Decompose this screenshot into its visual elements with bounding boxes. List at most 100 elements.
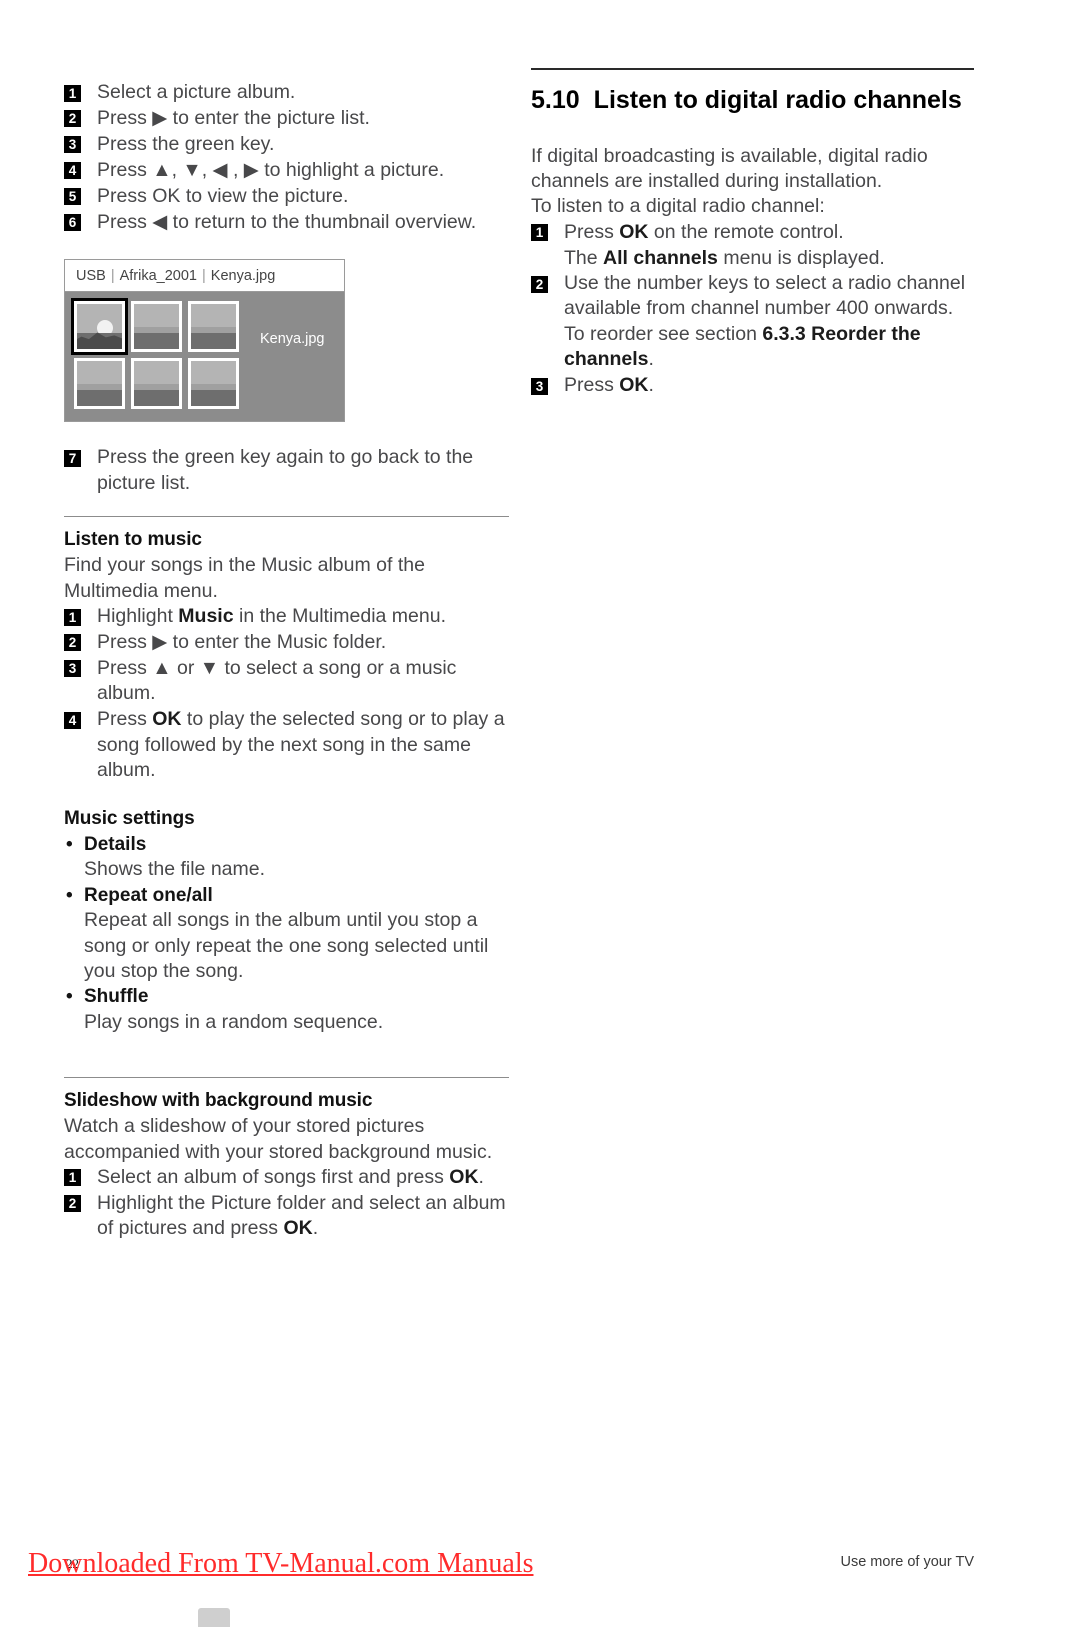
step-text-pre: Highlight: [97, 605, 179, 628]
list-item: 2 Press ▶ to enter the Music folder.: [64, 630, 509, 655]
page-footer: 22 Downloaded From TV-Manual.com Manuals…: [0, 1548, 1080, 1588]
step-text-pre: Press ▲ or ▼ to select a song or a music…: [97, 656, 457, 705]
step-text-bold: OK: [152, 708, 182, 731]
manual-page: 1 Select a picture album. 2 Press ▶ to e…: [0, 0, 1080, 1627]
list-item: 3 Press the green key.: [64, 132, 509, 157]
thumbnail-sky: [77, 361, 122, 386]
figure-breadcrumb-bar: USB | Afrika_2001 | Kenya.jpg: [65, 260, 344, 292]
step-text: Press the green key.: [97, 132, 275, 155]
step-subtext: The All channels menu is displayed.: [531, 246, 974, 271]
listen-to-music-heading: Listen to music: [64, 529, 202, 551]
step-subtext-post: menu is displayed.: [717, 246, 885, 269]
step-number: 7: [64, 449, 81, 467]
bullet-description: Play songs in a random sequence.: [84, 1010, 384, 1033]
thumbnail-ground: [191, 332, 236, 349]
step-text-pre: Press: [97, 708, 153, 731]
step-text: Press ◀ to return to the thumbnail overv…: [97, 210, 477, 233]
thumbnail-ground: [134, 389, 179, 406]
list-item: 3 Press ▲ or ▼ to select a song or a mus…: [64, 656, 509, 707]
step-subtext-bold: All channels: [603, 246, 718, 269]
step-text-bold: Music: [178, 605, 234, 628]
radio-steps-list: 1 Press OK on the remote control. The Al…: [531, 220, 974, 399]
step-number: 1: [531, 224, 548, 242]
thumbnail: [74, 358, 125, 409]
step-text-bold: OK: [449, 1165, 479, 1188]
list-item: 2 Highlight the Picture folder and selec…: [64, 1191, 509, 1242]
step-text-post: .: [648, 374, 654, 397]
thumbnail: [131, 358, 182, 409]
list-item: Details Shows the file name.: [64, 832, 509, 883]
left-column: 1 Select a picture album. 2 Press ▶ to e…: [64, 80, 509, 1242]
step-text: Select a picture album.: [97, 81, 296, 103]
step-number: 2: [64, 1195, 81, 1213]
step-number: 2: [531, 275, 548, 293]
step-number: 3: [64, 136, 81, 154]
list-item: 4 Press OK to play the selected song or …: [64, 707, 509, 783]
section-intro-paragraph: If digital broadcasting is available, di…: [531, 144, 928, 192]
step-number: 1: [64, 84, 81, 102]
thumbnail-selected: [71, 298, 128, 355]
list-item: 6 Press ◀ to return to the thumbnail ove…: [64, 210, 509, 235]
footer-running-title: Use more of your TV: [840, 1554, 974, 1570]
list-item: 2 Press ▶ to enter the picture list.: [64, 106, 509, 131]
breadcrumb-item-folder: Afrika_2001: [119, 267, 197, 284]
list-item: Shuffle Play songs in a random sequence.: [64, 984, 509, 1035]
page-title: Listen to digital radio channels: [593, 85, 962, 114]
list-item: 2 Use the number keys to select a radio …: [531, 271, 974, 373]
step-number: 2: [64, 110, 81, 128]
listen-to-music-intro: Find your songs in the Music album of th…: [64, 554, 425, 602]
slideshow-steps-list: 1 Select an album of songs first and pre…: [64, 1165, 509, 1242]
figure-thumbnail-area: Kenya.jpg: [65, 292, 344, 421]
step-number: 3: [64, 660, 81, 678]
thumbnail-sky: [191, 361, 236, 386]
thumbnail: [188, 301, 239, 352]
thumbnail-sky: [191, 304, 236, 329]
step-text: Press the green key again to go back to …: [97, 446, 474, 494]
step-number: 1: [64, 1169, 81, 1187]
step-subtext-pre: The: [564, 246, 604, 269]
step-text-pre: Press ▶ to enter the Music folder.: [97, 630, 387, 653]
step-text: Press ▶ to enter the picture list.: [97, 106, 370, 129]
music-settings-heading: Music settings: [64, 807, 195, 829]
list-item: 7 Press the green key again to go back t…: [64, 445, 509, 496]
step-number: 1: [64, 608, 81, 626]
step-text-post: on the remote control.: [648, 220, 844, 243]
step-number: 4: [64, 711, 81, 729]
thumbnail: [188, 358, 239, 409]
list-item: 5 Press OK to view the picture.: [64, 184, 509, 209]
list-item: 1 Press OK on the remote control.: [531, 220, 974, 245]
breadcrumb: USB | Afrika_2001 | Kenya.jpg: [76, 268, 275, 284]
slideshow-intro: Watch a slideshow of your stored picture…: [64, 1115, 493, 1163]
step-text: Press OK to view the picture.: [97, 184, 349, 207]
thumbnail-ground: [77, 389, 122, 406]
breadcrumb-separator: |: [202, 267, 206, 284]
section-intro-line2: To listen to a digital radio channel:: [531, 195, 825, 218]
section-top-rule: [531, 68, 974, 70]
bullet-term: Shuffle: [64, 984, 509, 1010]
thumbnail-ground: [134, 332, 179, 349]
step-number: 5: [64, 188, 81, 206]
thumbnail-grid: [71, 298, 239, 409]
list-item: 1 Select an album of songs first and pre…: [64, 1165, 509, 1190]
step-text-post: in the Multimedia menu.: [233, 605, 446, 628]
step-number: 4: [64, 162, 81, 180]
watermark-link[interactable]: Downloaded From TV-Manual.com Manuals: [28, 1548, 534, 1580]
step-text-post: .: [648, 348, 654, 371]
bottom-tab-marker: [198, 1608, 230, 1627]
bullet-term: Repeat one/all: [64, 883, 509, 909]
step-text: Press ▲, ▼, ◀ , ▶ to highlight a picture…: [97, 158, 445, 181]
right-column: 5.10 Listen to digital radio channels If…: [531, 68, 974, 399]
music-steps-list: 1 Highlight Music in the Multimedia menu…: [64, 604, 509, 783]
slideshow-heading: Slideshow with background music: [64, 1090, 373, 1112]
list-item: 4 Press ▲, ▼, ◀ , ▶ to highlight a pictu…: [64, 158, 509, 183]
breadcrumb-item-file: Kenya.jpg: [210, 267, 276, 284]
step-text-bold: OK: [619, 374, 649, 397]
step-number: 3: [531, 377, 548, 395]
usb-browser-figure: USB | Afrika_2001 | Kenya.jpg Kenya.jpg: [64, 259, 345, 422]
step-text-post: .: [312, 1217, 319, 1240]
section-heading: 5.10 Listen to digital radio channels: [531, 85, 974, 116]
step-text-pre: Select an album of songs first and press: [97, 1165, 450, 1188]
breadcrumb-separator: |: [110, 267, 115, 284]
thumbnail: [131, 301, 182, 352]
step-text-pre: Press: [564, 374, 620, 397]
